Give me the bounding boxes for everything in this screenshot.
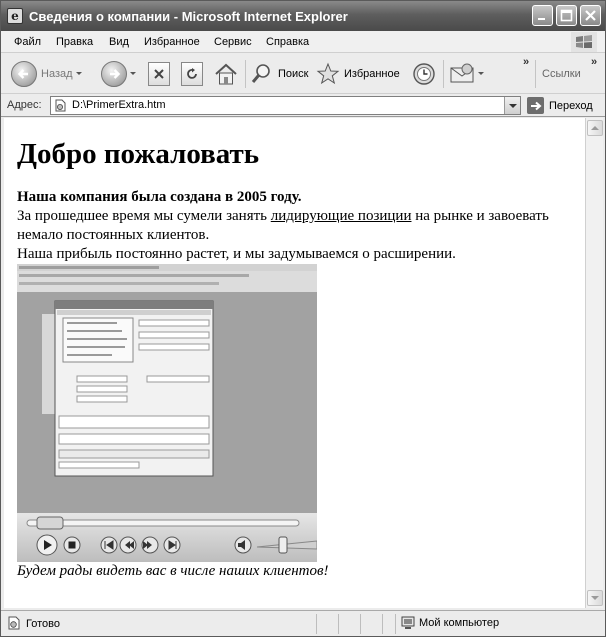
title-bar: e Сведения о компании - Microsoft Intern… [1, 1, 605, 31]
page-content: Добро пожаловать Наша компания была созд… [4, 118, 585, 608]
back-dropdown-icon[interactable] [75, 60, 83, 88]
windows-logo-icon [571, 32, 597, 52]
mail-dropdown-icon[interactable] [478, 60, 485, 88]
html-page-icon [55, 99, 66, 112]
security-zone: Мой компьютер [401, 616, 499, 630]
status-divider [382, 614, 383, 634]
forward-dropdown-icon[interactable] [130, 60, 137, 88]
status-divider [338, 614, 339, 634]
toolbar-separator [535, 60, 536, 88]
window-title: Сведения о компании - Microsoft Internet… [29, 9, 348, 24]
address-dropdown-icon[interactable] [504, 97, 520, 114]
back-arrow-icon [11, 61, 37, 87]
intro-paragraph: За прошедшее время мы сумели занять лиди… [17, 207, 572, 245]
status-bar: Готово Мой компьютер [1, 610, 605, 636]
favorites-label: Избранное [344, 68, 400, 80]
search-icon [251, 64, 270, 83]
scroll-up-button[interactable] [587, 120, 603, 136]
address-bar: Адрес: D:\PrimerExtra.htm Переход [1, 95, 605, 117]
refresh-button[interactable] [181, 60, 203, 88]
scroll-down-button[interactable] [587, 590, 603, 606]
status-text: Готово [26, 618, 60, 630]
search-label: Поиск [278, 68, 309, 80]
stop-button[interactable] [148, 60, 170, 88]
close-button[interactable] [580, 5, 601, 26]
menu-favorites[interactable]: Избранное [144, 36, 200, 48]
status-divider [316, 614, 317, 634]
address-url: D:\PrimerExtra.htm [72, 99, 166, 111]
refresh-icon [181, 62, 203, 86]
back-label: Назад [41, 68, 73, 80]
minimize-icon [538, 18, 545, 20]
back-button[interactable]: Назад [11, 60, 83, 88]
search-button[interactable]: Поиск [250, 60, 308, 88]
links-label: Ссылки [542, 68, 581, 80]
forward-arrow-icon [101, 61, 127, 87]
toolbar-separator [443, 60, 444, 88]
close-icon [585, 10, 596, 21]
history-icon [413, 63, 435, 85]
profit-paragraph: Наша прибыль постоянно растет, и мы заду… [17, 246, 456, 262]
maximize-button[interactable] [556, 5, 577, 26]
leading-positions-link[interactable]: лидирующие позиции [271, 208, 412, 224]
minimize-button[interactable] [532, 5, 553, 26]
menu-file[interactable]: Файл [14, 36, 41, 48]
stop-icon [148, 62, 170, 86]
page-heading: Добро пожаловать [17, 138, 260, 170]
maximize-icon [560, 9, 573, 22]
embedded-screenshot-image [17, 264, 317, 513]
intro-text-start: За прошедшее время мы сумели занять [17, 208, 271, 224]
media-player-bar-image [26, 516, 318, 556]
go-label: Переход [549, 99, 593, 112]
favorites-button[interactable]: Избранное [316, 60, 400, 88]
browser-window: e Сведения о компании - Microsoft Intern… [0, 0, 606, 637]
vertical-scrollbar[interactable] [585, 118, 603, 608]
menu-view[interactable]: Вид [109, 36, 129, 48]
home-icon [215, 63, 237, 85]
mail-icon [450, 63, 474, 83]
closing-note: Будем рады видеть вас в числе наших клие… [17, 563, 329, 579]
go-arrow-icon [527, 97, 544, 114]
toolbar-separator [245, 60, 246, 88]
toolbar-more-icon[interactable]: » [523, 56, 529, 68]
security-zone-label: Мой компьютер [419, 617, 500, 629]
star-icon [316, 62, 340, 85]
links-button[interactable]: Ссылки [542, 60, 581, 88]
menu-help[interactable]: Справка [266, 36, 309, 48]
page-body: Добро пожаловать Наша компания была созд… [17, 118, 572, 581]
forward-button[interactable] [101, 60, 137, 88]
standard-toolbar: Назад Поиск Избранное » Ссылки » [1, 54, 605, 94]
go-button[interactable]: Переход [527, 97, 593, 114]
ie-logo-icon: e [7, 8, 23, 24]
address-label: Адрес: [7, 99, 42, 111]
address-input[interactable]: D:\PrimerExtra.htm [50, 96, 521, 115]
menu-tools[interactable]: Сервис [214, 36, 252, 48]
media-player-controls [17, 513, 318, 562]
menu-bar: Файл Правка Вид Избранное Сервис Справка [1, 31, 605, 53]
lead-paragraph: Наша компания была создана в 2005 году. [17, 189, 302, 205]
menu-edit[interactable]: Правка [56, 36, 93, 48]
history-button[interactable] [411, 60, 437, 88]
page-status-icon [8, 616, 20, 630]
my-computer-icon [401, 616, 415, 629]
embedded-media-block [17, 264, 318, 562]
links-more-icon[interactable]: » [591, 56, 597, 68]
home-button[interactable] [213, 60, 239, 88]
mail-button[interactable] [449, 60, 485, 88]
status-divider [360, 614, 361, 634]
status-divider [395, 614, 396, 634]
